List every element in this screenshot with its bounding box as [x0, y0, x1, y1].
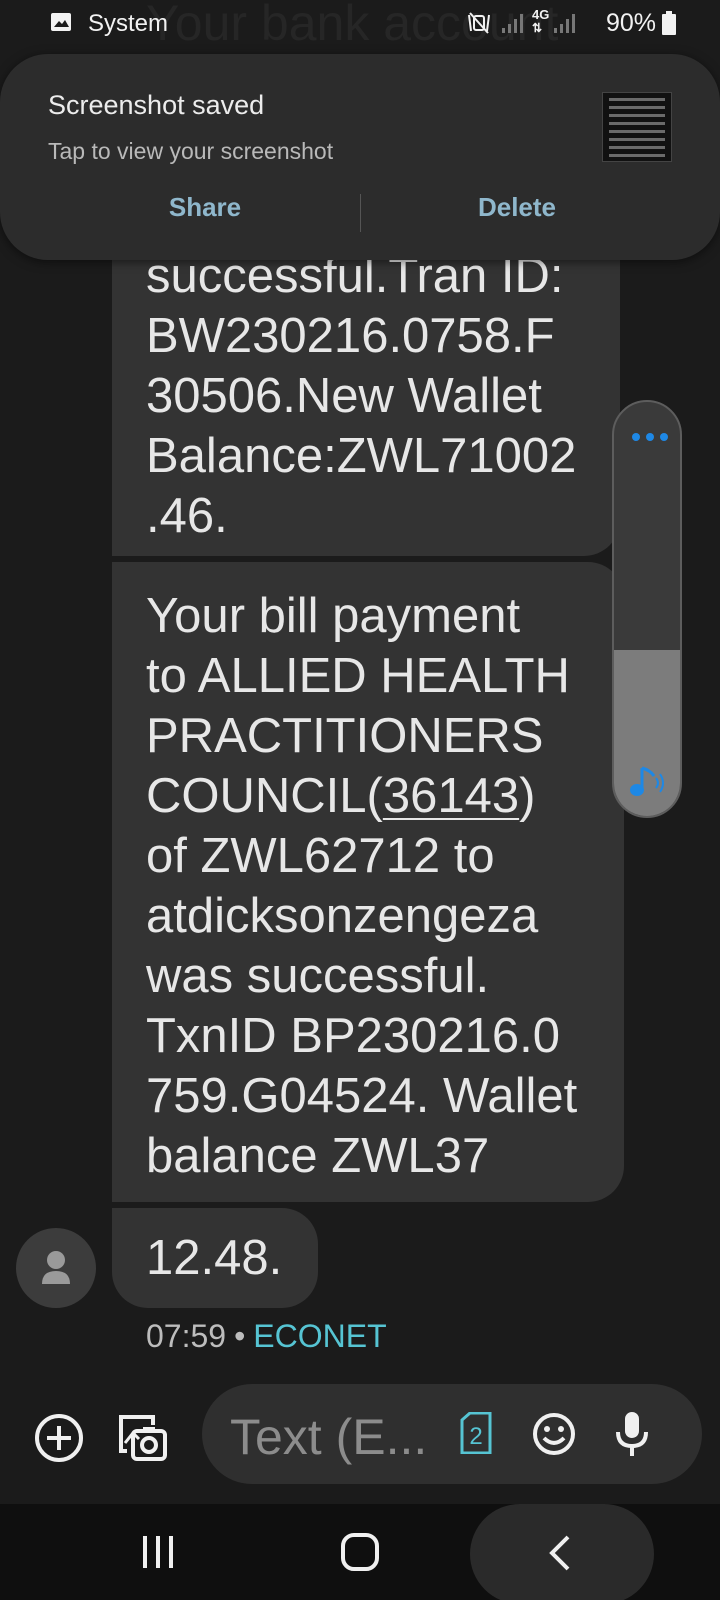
- notification-title: Screenshot saved: [48, 90, 265, 120]
- signal-icon: [502, 14, 523, 33]
- screenshot-thumbnail[interactable]: [602, 92, 672, 162]
- message-time: 07:59: [146, 1318, 227, 1354]
- message-input[interactable]: Text (E... 2: [202, 1384, 702, 1484]
- message-bubble[interactable]: 12.48.: [112, 1208, 318, 1308]
- message-input-placeholder: Text (E...: [230, 1409, 428, 1465]
- message-text-line: to ALLIED HEALTH: [146, 649, 570, 703]
- message-text-line: .46.: [146, 489, 228, 543]
- battery-percentage: 90%: [606, 9, 657, 37]
- network-type-label: 4G ⇅: [532, 7, 550, 35]
- message-meta: 07:59 • ECONET: [146, 1318, 387, 1355]
- share-button[interactable]: Share: [60, 192, 350, 223]
- message-text-line: atdicksonzengeza: [146, 889, 539, 943]
- message-text-line: 12.48.: [146, 1231, 283, 1285]
- home-icon[interactable]: [340, 1532, 380, 1572]
- more-options-icon[interactable]: [630, 432, 670, 442]
- phone-number-link[interactable]: 36143: [383, 769, 519, 823]
- signal-icon: [554, 14, 575, 33]
- notification-subtitle: Tap to view your screenshot: [48, 138, 334, 164]
- message-text-line: 759.G04524. Wallet: [146, 1069, 578, 1123]
- message-text-line: was successful.: [146, 949, 490, 1003]
- message-text-line: BW230216.0758.F: [146, 309, 555, 363]
- emoji-icon[interactable]: [532, 1412, 576, 1456]
- sim-icon[interactable]: 2: [460, 1412, 492, 1454]
- mic-icon[interactable]: [614, 1410, 650, 1458]
- sender-avatar[interactable]: [16, 1228, 96, 1308]
- message-text-line: 30506.New Wallet: [146, 369, 542, 423]
- message-text-line: COUNCIL(36143): [146, 769, 536, 823]
- recents-icon[interactable]: [140, 1534, 176, 1570]
- message-composer: Text (E... 2: [0, 1370, 720, 1490]
- volume-slider[interactable]: [612, 400, 682, 818]
- message-text-line: PRACTITIONERS: [146, 709, 544, 763]
- battery-icon: [662, 11, 676, 35]
- navigation-bar: [0, 1504, 720, 1600]
- meta-separator: •: [234, 1318, 246, 1354]
- message-bubble[interactable]: Your bill payment to ALLIED HEALTH PRACT…: [112, 562, 624, 1202]
- back-button[interactable]: [470, 1504, 654, 1600]
- mute-icon: [468, 12, 490, 34]
- message-text-line: TxnID BP230216.0: [146, 1009, 561, 1063]
- add-icon[interactable]: [34, 1413, 84, 1463]
- message-bubble[interactable]: successful.Tran ID: BW230216.0758.F 3050…: [112, 232, 620, 556]
- person-icon: [42, 1251, 70, 1284]
- screenshot-notification[interactable]: Screenshot saved Tap to view your screen…: [0, 54, 720, 260]
- message-text-line: Your bill payment: [146, 589, 521, 643]
- status-app-name: System: [88, 10, 169, 37]
- message-text-line: balance ZWL37: [146, 1129, 490, 1183]
- back-icon: [549, 1535, 570, 1571]
- media-volume-icon: [630, 766, 664, 796]
- gallery-icon: [51, 13, 71, 31]
- message-text-line: Balance:ZWL71002: [146, 429, 577, 483]
- message-text-line: of ZWL62712 to: [146, 829, 495, 883]
- status-bar: System 4G ⇅ 90%: [0, 0, 720, 48]
- sim-number: 2: [469, 1423, 482, 1450]
- notification-divider: [360, 194, 361, 232]
- gallery-camera-icon[interactable]: [117, 1413, 169, 1465]
- delete-button[interactable]: Delete: [372, 192, 662, 223]
- message-sender: ECONET: [253, 1318, 387, 1354]
